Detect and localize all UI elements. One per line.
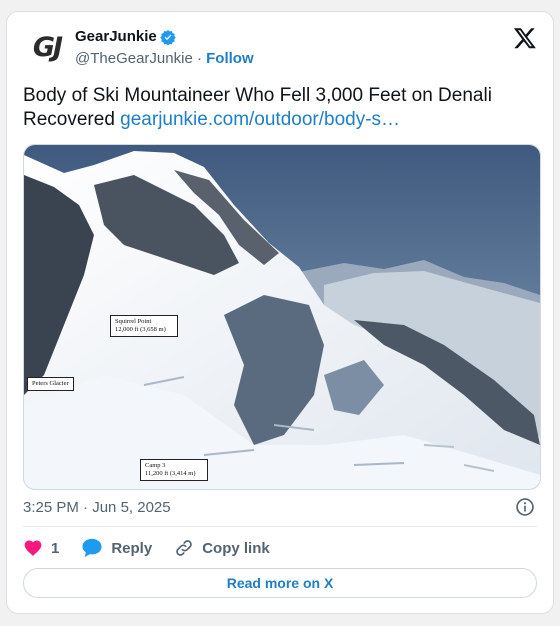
squirrel-point-name: Squirrel Point — [115, 318, 152, 325]
like-button[interactable]: 1 — [23, 538, 59, 558]
peters-glacier-name: Peters Glacier — [32, 380, 69, 387]
squirrel-point-label: Squirrel Point 12,000 ft (3,658 m) — [110, 315, 178, 337]
copy-link-button[interactable]: Copy link — [174, 538, 270, 558]
timestamp-separator: · — [83, 499, 89, 516]
denali-mountain-photo — [24, 145, 540, 489]
reply-label: Reply — [111, 539, 153, 557]
camp-3-label: Camp 3 11,200 ft (3,414 m) — [140, 459, 208, 481]
tweet-timestamp[interactable]: 3:25 PM · Jun 5, 2025 — [23, 499, 171, 516]
author-handle-row: @TheGearJunkie · Follow — [75, 50, 254, 67]
avatar-logo-text: GJ — [32, 31, 63, 63]
copy-link-label: Copy link — [202, 539, 270, 557]
peters-glacier-label: Peters Glacier — [27, 377, 74, 391]
like-count: 1 — [51, 539, 60, 557]
tweet-link[interactable]: gearjunkie.com/outdoor/body-s… — [120, 109, 400, 130]
tweet-time: 3:25 PM — [23, 499, 79, 516]
camp-3-name: Camp 3 — [145, 462, 166, 469]
tweet-actions: 1 Reply Copy link — [23, 536, 292, 560]
heart-icon — [24, 540, 42, 556]
handle-separator: · — [196, 50, 202, 67]
x-logo-icon[interactable] — [513, 26, 537, 50]
gearjunkie-avatar[interactable]: GJ — [23, 31, 71, 63]
squirrel-point-elevation: 12,000 ft (3,658 m) — [115, 326, 166, 333]
actions-divider — [23, 526, 537, 527]
reply-bubble-icon — [82, 538, 102, 558]
tweet-text: Body of Ski Mountaineer Who Fell 3,000 F… — [23, 84, 539, 132]
tweet-card: GJ GearJunkie @TheGearJunkie · Follow Bo… — [6, 11, 554, 614]
tweet-date: Jun 5, 2025 — [92, 499, 171, 516]
verified-badge-icon — [160, 29, 176, 45]
author-name-row: GearJunkie — [75, 28, 176, 45]
read-more-label: Read more on X — [226, 575, 334, 591]
follow-button[interactable]: Follow — [206, 50, 254, 67]
link-icon — [176, 540, 192, 556]
info-icon[interactable] — [515, 497, 535, 517]
camp-3-elevation: 11,200 ft (3,414 m) — [145, 470, 196, 477]
reply-button[interactable]: Reply — [81, 538, 152, 558]
author-display-name[interactable]: GearJunkie — [75, 28, 157, 45]
read-more-button[interactable]: Read more on X — [23, 568, 537, 598]
author-handle[interactable]: @TheGearJunkie — [75, 50, 193, 67]
tweet-photo[interactable]: Squirrel Point 12,000 ft (3,658 m) Peter… — [23, 144, 541, 490]
